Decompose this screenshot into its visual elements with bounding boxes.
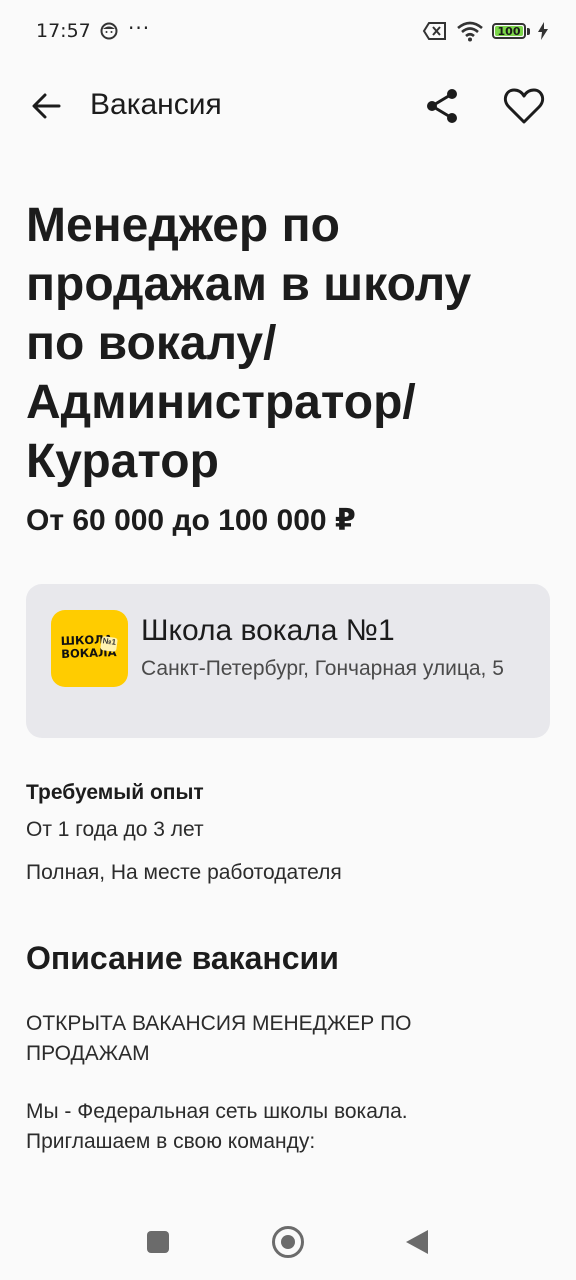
description-heading: Описание вакансии — [26, 940, 339, 976]
wifi-icon — [457, 21, 483, 42]
experience-value: От 1 года до 3 лет — [26, 818, 204, 841]
home-dot-icon — [281, 1235, 295, 1249]
description-paragraph: Мы - Федеральная сеть школы вокала. Приг… — [26, 1100, 408, 1153]
job-title: Менеджер по продажам в школу по вокалу/ … — [26, 199, 472, 488]
back-button[interactable] — [26, 86, 66, 126]
back-arrow-icon — [32, 93, 61, 119]
company-logo: ШКОЛА ВОКАЛА №1 — [51, 610, 128, 687]
status-time: 17:57 — [36, 20, 91, 42]
battery-level: 100 — [497, 24, 521, 38]
heart-icon — [503, 88, 545, 124]
page-title: Вакансия — [90, 88, 222, 121]
description-paragraph: ОТКРЫТА ВАКАНСИЯ МЕНЕДЖЕР ПО ПРОДАЖАМ — [26, 1012, 412, 1065]
battery-icon: 100 — [492, 23, 530, 39]
company-name: Школа вокала №1 — [141, 614, 395, 647]
system-nav-bar — [0, 1204, 576, 1280]
experience-label: Требуемый опыт — [26, 781, 204, 804]
battery-tip — [527, 27, 530, 35]
status-bar: 17:57 ··· 100 — [0, 0, 576, 64]
company-card[interactable]: ШКОЛА ВОКАЛА №1 Школа вокала №1 Санкт-Пе… — [26, 584, 550, 738]
job-salary: От 60 000 до 100 000 ₽ — [26, 504, 356, 537]
battery-body: 100 — [492, 23, 526, 39]
logo-badge: №1 — [100, 635, 118, 653]
share-button[interactable] — [420, 84, 464, 128]
employment-schedule: Полная, На месте работодателя — [26, 861, 342, 884]
home-button[interactable] — [272, 1226, 304, 1258]
favorite-button[interactable] — [500, 84, 548, 128]
share-icon — [427, 89, 457, 123]
recents-button[interactable] — [147, 1231, 169, 1253]
app-header: Вакансия — [0, 70, 576, 142]
system-back-button[interactable] — [406, 1230, 428, 1254]
sim-off-icon — [422, 22, 446, 40]
status-icons: 100 — [422, 20, 548, 42]
charging-icon — [538, 22, 548, 40]
more-notifications-icon: ··· — [128, 16, 151, 40]
notification-face-icon — [100, 22, 118, 40]
company-address: Санкт-Петербург, Гончарная улица, 5 — [141, 657, 504, 680]
